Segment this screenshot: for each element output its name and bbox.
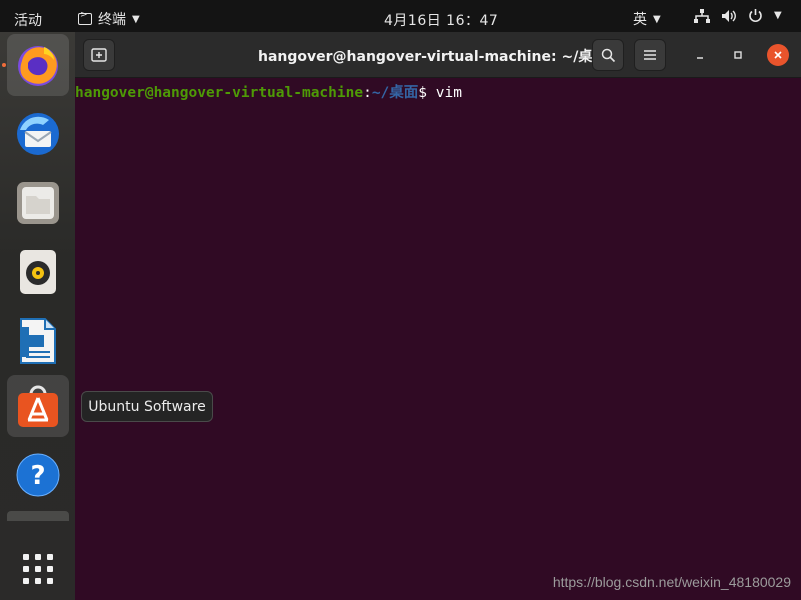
search-button[interactable] (592, 39, 624, 71)
close-icon (774, 51, 782, 59)
network-icon (694, 8, 710, 23)
input-method-label: 英 (633, 12, 647, 28)
chevron-down-icon: ▼ (774, 10, 782, 21)
hamburger-icon (644, 50, 656, 60)
input-method-menu[interactable]: 英 ▼ (633, 9, 661, 29)
dock-tooltip: Ubuntu Software (81, 391, 213, 422)
window-title: hangover@hangover-virtual-machine: ~/桌面 (258, 49, 607, 65)
files-icon (17, 182, 59, 224)
top-bar: 活动 终端 ▼ 4月16日 16：47 英 ▼ ▼ (0, 0, 801, 32)
dock: ? (0, 32, 75, 600)
thunderbird-icon (17, 113, 59, 155)
command-text: vim (435, 85, 462, 101)
help-icon: ? (16, 453, 60, 497)
dock-item-files[interactable] (7, 172, 69, 234)
new-tab-button[interactable] (83, 39, 115, 71)
minimize-icon (697, 57, 703, 59)
firefox-icon (18, 46, 58, 86)
prompt-separator: : (363, 85, 372, 101)
terminal-output[interactable]: hangover@hangover-virtual-machine:~/桌面$ … (75, 78, 801, 600)
app-menu[interactable]: 终端 ▼ (78, 9, 140, 29)
chevron-down-icon: ▼ (653, 13, 661, 25)
app-menu-label: 终端 (98, 12, 126, 28)
watermark-text: https://blog.csdn.net/weixin_48180029 (552, 574, 791, 590)
headerbar: hangover@hangover-virtual-machine: ~/桌面 (75, 32, 801, 78)
dock-item-writer[interactable] (7, 310, 69, 372)
app-grid-icon (23, 554, 53, 584)
show-applications-button[interactable] (7, 538, 69, 600)
search-icon (601, 48, 615, 62)
close-button[interactable] (767, 44, 789, 66)
terminal-icon (78, 10, 92, 25)
new-tab-icon (91, 48, 107, 62)
dock-item-rhythmbox[interactable] (7, 241, 69, 303)
terminal-window[interactable]: hangover@hangover-virtual-machine: ~/桌面 … (75, 32, 801, 600)
prompt-dollar: $ (418, 85, 436, 101)
maximize-button[interactable] (727, 44, 749, 66)
activities-button[interactable]: 活动 (14, 10, 42, 30)
dock-item-help[interactable]: ? (7, 444, 69, 506)
prompt-line: hangover@hangover-virtual-machine:~/桌面$ … (75, 81, 801, 102)
maximize-icon (734, 51, 742, 59)
rhythmbox-icon (20, 250, 56, 294)
dock-item-thunderbird[interactable] (7, 103, 69, 165)
dock-item-ubuntu-software[interactable] (7, 375, 69, 437)
power-icon (748, 8, 763, 23)
clock[interactable]: 4月16日 16：47 (384, 10, 498, 30)
dock-item-firefox[interactable] (7, 34, 69, 96)
prompt-path: ~/桌面 (371, 85, 419, 101)
menu-button[interactable] (634, 39, 666, 71)
ubuntu-software-icon (18, 385, 58, 427)
system-menu[interactable]: ▼ (694, 8, 782, 23)
chevron-down-icon: ▼ (132, 13, 140, 25)
prompt-user: hangover@hangover-virtual-machine (75, 85, 364, 101)
volume-icon (721, 9, 737, 23)
svg-text:?: ? (30, 461, 45, 491)
dock-item-partial (7, 511, 69, 521)
running-indicator (2, 63, 6, 67)
writer-icon (20, 318, 56, 364)
minimize-button[interactable] (689, 44, 711, 66)
